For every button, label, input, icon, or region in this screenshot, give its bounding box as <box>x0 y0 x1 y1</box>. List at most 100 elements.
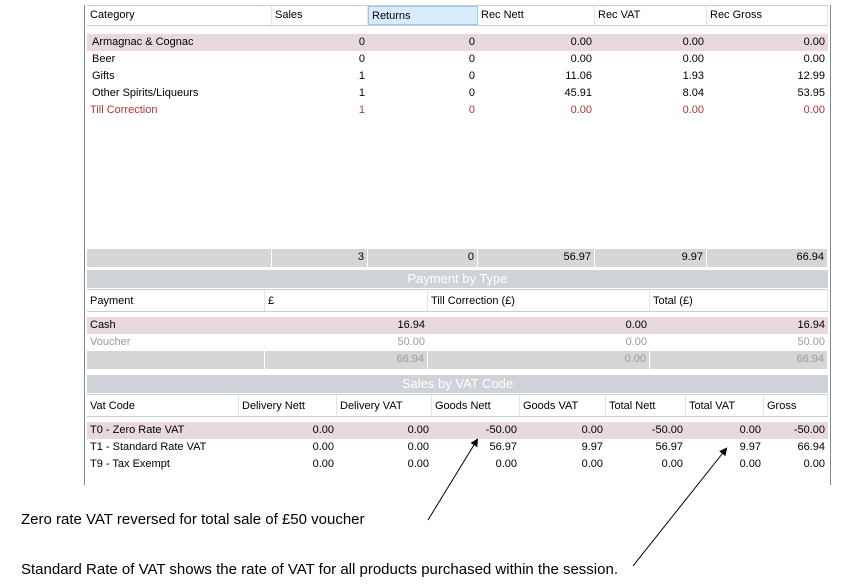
payment-till-correction: 0.00 <box>625 319 647 331</box>
category-header-row: Category Sales Returns Rec Nett Rec VAT … <box>87 6 828 26</box>
rec-nett-value: 0.00 <box>570 53 592 65</box>
col-header-rec-vat[interactable]: Rec VAT <box>595 6 707 25</box>
report-panel: Category Sales Returns Rec Nett Rec VAT … <box>84 5 831 485</box>
table-row[interactable]: T0 - Zero Rate VAT 0.00 0.00 -50.00 0.00… <box>87 422 828 439</box>
goods-nett-value: -50.00 <box>485 424 517 436</box>
totals-blank <box>87 351 265 369</box>
total-vat-value: 9.97 <box>739 441 761 453</box>
vat-table: Vat Code Delivery Nett Delivery VAT Good… <box>87 394 828 484</box>
payment-header-row: Payment £ Till Correction (£) Total (£) <box>87 290 828 312</box>
total-vat-value: 0.00 <box>739 458 761 470</box>
total-returns: 0 <box>368 249 478 267</box>
table-row[interactable]: Voucher 50.00 0.00 50.00 <box>87 334 828 351</box>
col-header-total-nett[interactable]: Total Nett <box>606 395 686 416</box>
col-header-total[interactable]: Total (£) <box>650 290 828 311</box>
category-table: Category Sales Returns Rec Nett Rec VAT … <box>87 5 828 267</box>
table-row[interactable]: Armagnac & Cognac 0 0 0.00 0.00 0.00 <box>87 34 828 51</box>
col-header-payment[interactable]: Payment <box>87 290 265 311</box>
totals-blank <box>87 249 272 267</box>
category-name: Beer <box>92 53 116 65</box>
gross-value: 0.00 <box>803 458 825 470</box>
table-row[interactable]: Till Correction 1 0 0.00 0.00 0.00 <box>87 102 828 119</box>
goods-vat-value: 9.97 <box>581 441 603 453</box>
col-header-total-vat[interactable]: Total VAT <box>686 395 764 416</box>
sales-value: 1 <box>358 70 365 82</box>
total-payment-till-correction: 0.00 <box>428 351 650 369</box>
vat-code: T9 - Tax Exempt <box>90 458 170 470</box>
col-header-gross[interactable]: Gross <box>764 395 828 416</box>
payment-totals-row: 66.94 0.00 66.94 <box>87 351 828 369</box>
total-payment-total: 66.94 <box>650 351 828 369</box>
table-row[interactable]: T9 - Tax Exempt 0.00 0.00 0.00 0.00 0.00… <box>87 456 828 473</box>
total-nett-value: 0.00 <box>661 458 683 470</box>
delivery-vat-value: 0.00 <box>407 458 429 470</box>
col-header-goods-vat[interactable]: Goods VAT <box>520 395 606 416</box>
rec-vat-value: 0.00 <box>682 104 704 116</box>
rec-gross-value: 12.99 <box>797 70 825 82</box>
vat-header-row: Vat Code Delivery Nett Delivery VAT Good… <box>87 395 828 417</box>
sales-value: 1 <box>358 87 365 99</box>
goods-vat-value: 0.00 <box>581 458 603 470</box>
delivery-nett-value: 0.00 <box>312 424 334 436</box>
payment-amount: 16.94 <box>397 319 425 331</box>
category-totals-row: 3 0 56.97 9.97 66.94 <box>87 249 828 267</box>
table-row[interactable]: T1 - Standard Rate VAT 0.00 0.00 56.97 9… <box>87 439 828 456</box>
returns-value: 0 <box>468 87 475 99</box>
total-nett-value: -50.00 <box>651 424 683 436</box>
col-header-sales[interactable]: Sales <box>272 6 368 25</box>
payment-name: Cash <box>90 319 116 331</box>
total-rec-gross: 66.94 <box>707 249 828 267</box>
gross-value: 66.94 <box>797 441 825 453</box>
payment-table: Payment £ Till Correction (£) Total (£) … <box>87 289 828 371</box>
rec-vat-value: 0.00 <box>682 53 704 65</box>
table-row[interactable]: Beer 0 0 0.00 0.00 0.00 <box>87 51 828 68</box>
delivery-nett-value: 0.00 <box>312 458 334 470</box>
sales-value: 0 <box>358 53 365 65</box>
col-header-pound[interactable]: £ <box>265 290 428 311</box>
total-rec-vat: 9.97 <box>595 249 707 267</box>
rec-nett-value: 11.06 <box>565 70 592 82</box>
total-vat-value: 0.00 <box>739 424 761 436</box>
rec-vat-value: 0.00 <box>682 36 704 48</box>
total-nett-value: 56.97 <box>655 441 683 453</box>
col-header-delivery-vat[interactable]: Delivery VAT <box>337 395 432 416</box>
delivery-vat-value: 0.00 <box>407 441 429 453</box>
table-row[interactable]: Cash 16.94 0.00 16.94 <box>87 317 828 334</box>
returns-value: 0 <box>468 53 475 65</box>
rec-gross-value: 0.00 <box>803 36 825 48</box>
goods-vat-value: 0.00 <box>581 424 603 436</box>
annotation-standard-rate: Standard Rate of VAT shows the rate of V… <box>21 561 618 578</box>
payment-amount: 50.00 <box>397 336 425 348</box>
col-header-till-correction[interactable]: Till Correction (£) <box>428 290 650 311</box>
goods-nett-value: 0.00 <box>495 458 517 470</box>
total-payment-amount: 66.94 <box>265 351 428 369</box>
category-name: Till Correction <box>90 104 158 116</box>
rec-gross-value: 0.00 <box>803 53 825 65</box>
rec-vat-value: 1.93 <box>682 70 704 82</box>
payment-till-correction: 0.00 <box>625 336 647 348</box>
table-row[interactable]: Gifts 1 0 11.06 1.93 12.99 <box>87 68 828 85</box>
total-rec-nett: 56.97 <box>478 249 595 267</box>
delivery-nett-value: 0.00 <box>312 441 334 453</box>
vat-code: T0 - Zero Rate VAT <box>90 424 185 436</box>
payment-name: Voucher <box>90 336 131 348</box>
col-header-goods-nett[interactable]: Goods Nett <box>432 395 520 416</box>
payment-section-title: Payment by Type <box>87 270 828 288</box>
gross-value: -50.00 <box>793 424 825 436</box>
col-header-rec-gross[interactable]: Rec Gross <box>707 6 828 25</box>
col-header-delivery-nett[interactable]: Delivery Nett <box>239 395 337 416</box>
returns-value: 0 <box>468 36 475 48</box>
col-header-returns[interactable]: Returns <box>368 6 478 25</box>
total-sales: 3 <box>272 249 368 267</box>
table-row[interactable]: Other Spirits/Liqueurs 1 0 45.91 8.04 53… <box>87 85 828 102</box>
sales-value: 1 <box>358 104 365 116</box>
col-header-rec-nett[interactable]: Rec Nett <box>478 6 595 25</box>
returns-value: 0 <box>468 104 475 116</box>
category-name: Armagnac & Cognac <box>92 36 194 48</box>
col-header-category[interactable]: Category <box>87 6 272 25</box>
col-header-vat-code[interactable]: Vat Code <box>87 395 239 416</box>
vat-section-title: Sales by VAT Code <box>87 375 828 393</box>
rec-gross-value: 53.95 <box>797 87 825 99</box>
vat-code: T1 - Standard Rate VAT <box>90 441 207 453</box>
payment-total: 16.94 <box>797 319 825 331</box>
